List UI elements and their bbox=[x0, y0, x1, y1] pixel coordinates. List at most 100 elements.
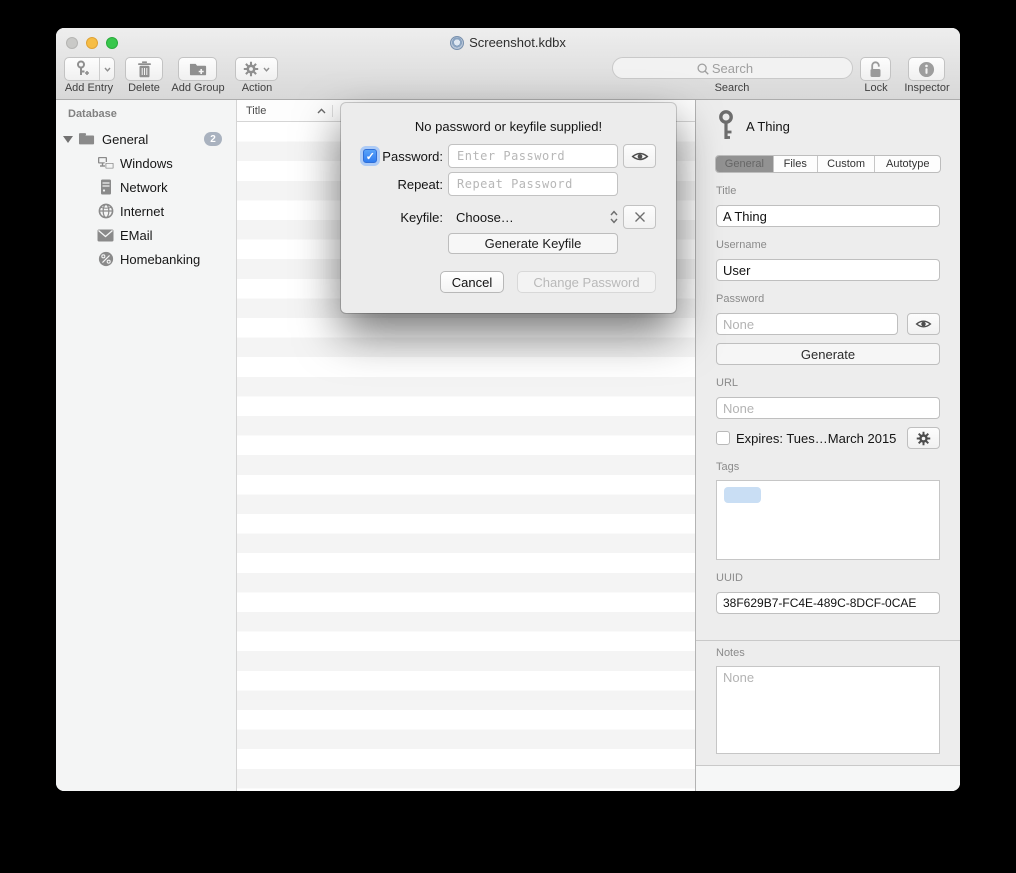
tab-general[interactable]: General bbox=[716, 156, 774, 172]
search-label: Search bbox=[702, 82, 762, 94]
change-password-dialog: No password or keyfile supplied! Passwor… bbox=[341, 103, 676, 313]
enter-password-input[interactable] bbox=[448, 144, 618, 168]
sidebar-item-internet[interactable]: Internet bbox=[56, 199, 236, 223]
keyfile-popup-value: Choose… bbox=[456, 210, 610, 225]
chevron-down-icon bbox=[263, 67, 270, 72]
url-input[interactable] bbox=[716, 397, 940, 419]
gear-icon bbox=[243, 61, 259, 77]
dialog-password-label: Password: bbox=[382, 149, 443, 164]
uuid-input[interactable] bbox=[716, 592, 940, 614]
username-input[interactable] bbox=[716, 259, 940, 281]
generate-keyfile-button[interactable]: Generate Keyfile bbox=[448, 233, 618, 254]
sidebar-item-email[interactable]: EMail bbox=[56, 223, 236, 247]
section-divider bbox=[696, 640, 960, 641]
cancel-button[interactable]: Cancel bbox=[440, 271, 504, 293]
info-icon bbox=[918, 61, 935, 78]
close-x-icon bbox=[634, 211, 646, 223]
titlebar-toolbar: Screenshot.kdbx bbox=[56, 28, 960, 100]
document-icon bbox=[450, 36, 464, 50]
key-plus-icon bbox=[74, 60, 90, 78]
expires-row: Expires: Tues…March 2015 bbox=[716, 427, 940, 449]
change-password-button[interactable]: Change Password bbox=[517, 271, 656, 293]
add-entry-button[interactable] bbox=[64, 57, 115, 81]
sidebar-item-homebanking[interactable]: Homebanking bbox=[56, 247, 236, 271]
folder-icon bbox=[78, 132, 95, 146]
globe-icon bbox=[96, 203, 115, 219]
folder-plus-icon bbox=[189, 62, 207, 77]
password-enabled-checkbox[interactable] bbox=[363, 149, 377, 163]
uuid-field-label: UUID bbox=[716, 572, 940, 584]
unlock-icon bbox=[868, 61, 883, 78]
entry-title: A Thing bbox=[746, 119, 790, 134]
envelope-icon bbox=[96, 229, 115, 242]
search-icon bbox=[696, 62, 710, 76]
dialog-repeat-label: Repeat: bbox=[397, 177, 443, 192]
clear-keyfile-button[interactable] bbox=[623, 205, 656, 229]
show-password-button[interactable] bbox=[907, 313, 940, 335]
dialog-message: No password or keyfile supplied! bbox=[341, 119, 676, 134]
delete-label: Delete bbox=[122, 82, 166, 94]
gear-icon bbox=[916, 431, 931, 446]
title-input[interactable] bbox=[716, 205, 940, 227]
eye-icon bbox=[915, 318, 932, 330]
add-entry-main[interactable] bbox=[65, 58, 100, 80]
tab-files[interactable]: Files bbox=[774, 156, 818, 172]
sidebar-item-label: EMail bbox=[120, 228, 153, 243]
notes-input[interactable] bbox=[716, 666, 940, 754]
show-password-button[interactable] bbox=[623, 144, 656, 168]
generate-password-button[interactable]: Generate bbox=[716, 343, 940, 365]
chevron-down-icon bbox=[104, 67, 111, 72]
column-header-title[interactable]: Title bbox=[237, 105, 333, 117]
inspector-header: A Thing bbox=[716, 110, 940, 142]
inspector-panel: A Thing General Files Custom Autotype Ti… bbox=[695, 100, 960, 791]
entry-count-badge: 2 bbox=[204, 132, 222, 146]
sidebar-item-label: Windows bbox=[120, 156, 173, 171]
workgroup-icon bbox=[96, 156, 115, 171]
add-entry-label: Add Entry bbox=[58, 82, 120, 94]
keyfile-popup[interactable]: Choose… bbox=[448, 205, 618, 229]
expires-settings-button[interactable] bbox=[907, 427, 940, 449]
percent-icon bbox=[96, 251, 115, 267]
username-field-label: Username bbox=[716, 239, 940, 251]
lock-button[interactable] bbox=[860, 57, 891, 81]
password-input[interactable] bbox=[716, 313, 898, 335]
delete-button[interactable] bbox=[125, 57, 163, 81]
sidebar-item-label: Network bbox=[120, 180, 168, 195]
stepper-icon bbox=[610, 210, 618, 224]
add-group-label: Add Group bbox=[168, 82, 228, 94]
window-title-area: Screenshot.kdbx bbox=[56, 35, 960, 50]
sidebar-item-network[interactable]: Network bbox=[56, 175, 236, 199]
lock-label: Lock bbox=[858, 82, 894, 94]
sidebar-item-windows[interactable]: Windows bbox=[56, 151, 236, 175]
url-field-label: URL bbox=[716, 377, 940, 389]
sidebar-item-general[interactable]: General 2 bbox=[56, 127, 236, 151]
sidebar-item-label: Internet bbox=[120, 204, 164, 219]
window-title: Screenshot.kdbx bbox=[469, 35, 566, 50]
password-label-cell: Password: bbox=[356, 149, 443, 164]
group-sidebar: Database General 2 bbox=[56, 100, 237, 791]
inspector-label: Inspector bbox=[900, 82, 954, 94]
dialog-buttons: Cancel Change Password bbox=[440, 271, 656, 293]
sort-ascending-icon bbox=[317, 108, 326, 114]
eye-icon bbox=[631, 150, 649, 163]
add-group-button[interactable] bbox=[178, 57, 217, 81]
add-entry-dropdown[interactable] bbox=[100, 58, 114, 80]
search-input[interactable] bbox=[613, 58, 852, 78]
repeat-password-input[interactable] bbox=[448, 172, 618, 196]
tab-autotype[interactable]: Autotype bbox=[875, 156, 940, 172]
sidebar-item-label: Homebanking bbox=[120, 252, 200, 267]
disclosure-triangle-icon[interactable] bbox=[63, 136, 73, 143]
expires-checkbox[interactable] bbox=[716, 431, 730, 445]
tag-token[interactable] bbox=[724, 487, 761, 503]
search-field[interactable] bbox=[612, 57, 853, 79]
sidebar-section-header: Database bbox=[68, 108, 236, 120]
dialog-form: Password: Repeat: Keyfile: Choose… bbox=[356, 144, 676, 254]
trash-icon bbox=[137, 61, 152, 78]
key-icon bbox=[716, 110, 736, 142]
action-button[interactable] bbox=[235, 57, 278, 81]
tags-editor[interactable] bbox=[716, 480, 940, 560]
tab-custom[interactable]: Custom bbox=[818, 156, 876, 172]
server-icon bbox=[96, 179, 115, 195]
title-field-label: Title bbox=[716, 185, 940, 197]
inspector-button[interactable] bbox=[908, 57, 945, 81]
